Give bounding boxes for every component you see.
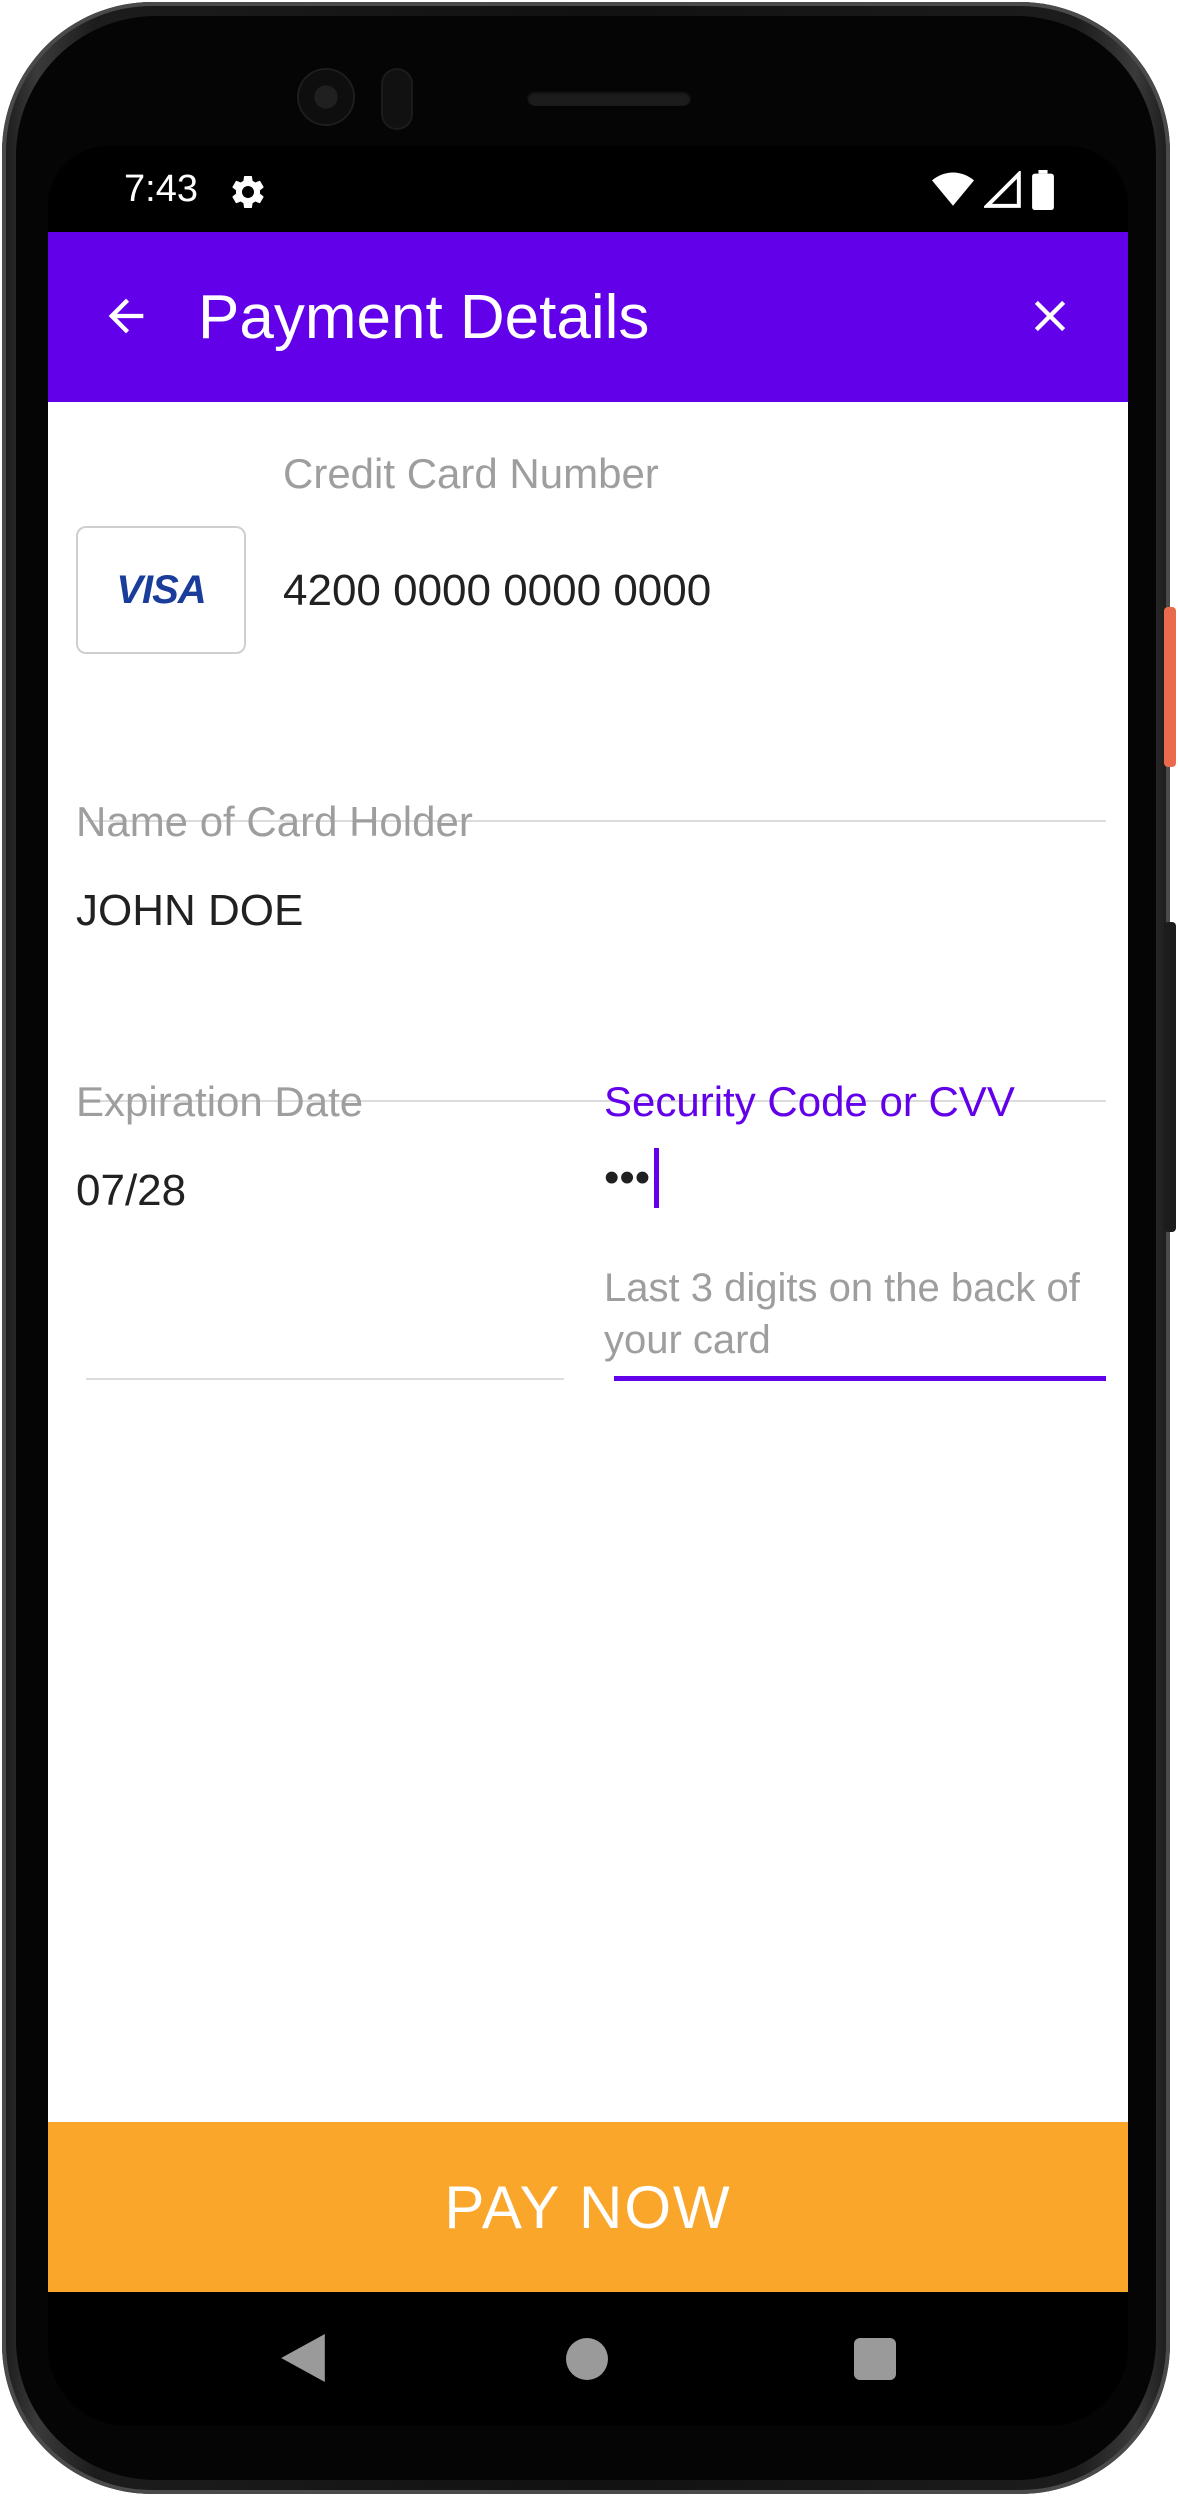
cvv-helper-text: Last 3 digits on the back of your card: [604, 1266, 1080, 1362]
volume-button: [1164, 922, 1176, 1232]
visa-logo: VISA: [116, 567, 206, 612]
earpiece-speaker: [527, 90, 691, 106]
card-number-label: Credit Card Number: [283, 450, 659, 497]
front-camera: [299, 70, 353, 124]
system-nav-bar: [48, 2292, 1128, 2426]
phone-frame: 7:43 Payment Details VISA Credit Card Nu…: [2, 2, 1176, 2494]
gear-icon: [228, 172, 268, 212]
power-button: [1164, 607, 1176, 767]
card-brand-logo: VISA: [76, 526, 246, 654]
expiration-underline: [86, 1378, 564, 1380]
app-bar: Payment Details: [48, 232, 1128, 402]
cvv-masked-value: •••: [604, 1153, 651, 1202]
arrow-left-icon: [108, 298, 144, 334]
cvv-label: Security Code or CVV: [604, 1078, 1015, 1125]
text-cursor: [654, 1148, 660, 1208]
proximity-sensor: [383, 70, 411, 128]
nav-home-icon[interactable]: [566, 2338, 608, 2380]
close-icon: [1034, 300, 1066, 332]
battery-icon: [1032, 170, 1054, 215]
screen: 7:43 Payment Details VISA Credit Card Nu…: [48, 146, 1128, 2426]
expiration-input[interactable]: 07/28: [76, 1166, 186, 1216]
cvv-input[interactable]: •••: [604, 1148, 660, 1208]
pay-now-button[interactable]: PAY NOW: [48, 2122, 1128, 2292]
expiration-label: Expiration Date: [76, 1078, 364, 1125]
status-time: 7:43: [124, 168, 198, 210]
status-icons: [932, 169, 1054, 215]
payment-form: VISA Credit Card Number 4200 0000 0000 0…: [48, 402, 1128, 2122]
nav-back-icon[interactable]: [280, 2334, 326, 2387]
status-bar: 7:43: [48, 146, 1128, 232]
nav-recents-icon[interactable]: [854, 2338, 896, 2380]
wifi-icon: [932, 172, 974, 213]
card-number-input[interactable]: 4200 0000 0000 0000: [283, 566, 711, 616]
card-holder-label: Name of Card Holder: [76, 798, 473, 845]
cvv-underline: [614, 1376, 1106, 1381]
page-title: Payment Details: [198, 283, 650, 352]
close-button[interactable]: [1014, 280, 1086, 352]
back-button[interactable]: [90, 280, 162, 352]
signal-icon: [982, 169, 1022, 214]
card-holder-input[interactable]: JOHN DOE: [76, 886, 303, 936]
